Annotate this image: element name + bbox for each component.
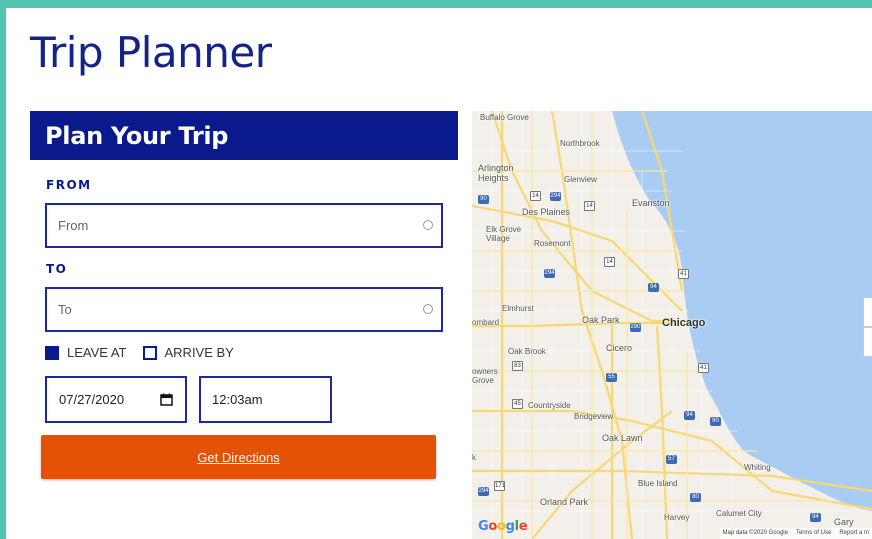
route-shield: 14 — [584, 201, 595, 211]
map-label-elmhurst: Elmhurst — [502, 304, 534, 313]
map-label-buffalo-grove: Buffalo Grove — [480, 113, 529, 122]
from-input[interactable] — [47, 205, 408, 246]
route-shield: 294 — [478, 487, 489, 496]
map-label-chicago: Chicago — [662, 317, 706, 329]
map-label-arlington-heights: Arlington Heights — [478, 163, 514, 183]
map-label-edge-k: k — [472, 453, 476, 462]
route-shield: 14 — [604, 257, 615, 267]
current-location-icon[interactable] — [423, 304, 433, 314]
route-shield: 90 — [478, 195, 489, 204]
route-shield: 14 — [530, 191, 541, 201]
map-label-oak-lawn: Oak Lawn — [602, 433, 643, 443]
route-shield: 94 — [810, 513, 821, 522]
route-shield: 41 — [678, 269, 689, 279]
to-field-container — [45, 287, 443, 332]
leave-at-label: LEAVE AT — [67, 345, 127, 360]
map-data-credit: Map data ©2020 Google — [722, 530, 788, 536]
date-value: 07/27/2020 — [59, 392, 125, 407]
to-input[interactable] — [47, 289, 408, 330]
map-attribution: Map data ©2020 Google Terms of Use Repor… — [719, 528, 872, 539]
route-shield: 57 — [666, 455, 677, 464]
route-shield: 80 — [690, 493, 701, 502]
map-label-glenview: Glenview — [564, 175, 597, 184]
arrive-by-label: ARRIVE BY — [164, 345, 234, 360]
map-label-elk-grove: Elk Grove Village — [486, 225, 522, 243]
route-shield: 290 — [630, 323, 641, 332]
page-title: Trip Planner — [30, 28, 272, 77]
from-label: FROM — [46, 178, 92, 192]
map-label-des-plaines: Des Plaines — [522, 207, 571, 217]
route-shield: 294 — [550, 192, 561, 201]
map-zoom-in-button[interactable] — [863, 297, 872, 327]
map-label-calumet-city: Calumet City — [716, 509, 762, 518]
map-label-lombard: ombard — [472, 318, 500, 327]
map-label-oak-brook: Oak Brook — [508, 347, 546, 356]
map-label-orland-park: Orland Park — [540, 497, 589, 507]
map-label-cicero: Cicero — [606, 343, 633, 353]
time-input[interactable]: 12:03am — [199, 376, 332, 423]
map-label-gary: Gary — [834, 517, 854, 527]
map-label-harvey: Harvey — [664, 513, 690, 522]
map-label-evanston: Evanston — [632, 198, 670, 208]
route-shield: 90 — [710, 417, 721, 426]
current-location-icon[interactable] — [423, 220, 433, 230]
map-label-blue-island: Blue Island — [638, 479, 678, 488]
map-label-countryside: Countryside — [528, 401, 571, 410]
leave-at-option[interactable]: LEAVE AT — [45, 345, 127, 360]
route-shield: 171 — [494, 481, 506, 491]
plan-trip-header: Plan Your Trip — [30, 111, 458, 160]
from-field-container — [45, 203, 443, 248]
arrive-by-option[interactable]: ARRIVE BY — [142, 345, 234, 360]
map-label-bridgeview: Bridgeview — [574, 412, 614, 421]
map-label-whiting: Whiting — [744, 463, 771, 472]
departure-mode-group: LEAVE AT ARRIVE BY — [45, 345, 234, 360]
route-shield: 45 — [512, 399, 523, 409]
map-label-owners-grove: owners Grove — [472, 367, 498, 385]
terms-of-use-link[interactable]: Terms of Use — [796, 528, 831, 539]
get-directions-button[interactable]: Get Directions — [41, 435, 436, 479]
calendar-icon[interactable] — [160, 393, 173, 406]
route-shield: 55 — [606, 373, 617, 382]
map-label-northbrook: Northbrook — [560, 139, 600, 148]
map-zoom-out-button[interactable] — [863, 327, 872, 357]
map-view[interactable]: Buffalo Grove Northbrook Arlington Heigh… — [472, 111, 872, 539]
report-map-error-link[interactable]: Report a m — [839, 528, 869, 539]
leave-at-checkbox[interactable] — [45, 345, 59, 360]
arrive-by-checkbox[interactable] — [142, 345, 157, 360]
route-shield: 94 — [648, 283, 659, 292]
time-value: 12:03am — [212, 392, 263, 407]
route-shield: 83 — [512, 361, 523, 371]
route-shield: 94 — [684, 411, 695, 420]
to-label: TO — [46, 262, 68, 276]
route-shield: 41 — [698, 363, 709, 373]
map-label-oak-park: Oak Park — [582, 315, 620, 325]
map-label-rosemont: Rosemont — [534, 239, 571, 248]
route-shield: 294 — [544, 269, 555, 278]
trip-planner-page: Trip Planner Plan Your Trip FROM TO LEAV… — [6, 8, 872, 539]
date-input[interactable]: 07/27/2020 — [45, 376, 187, 423]
google-logo: Google — [478, 519, 528, 534]
